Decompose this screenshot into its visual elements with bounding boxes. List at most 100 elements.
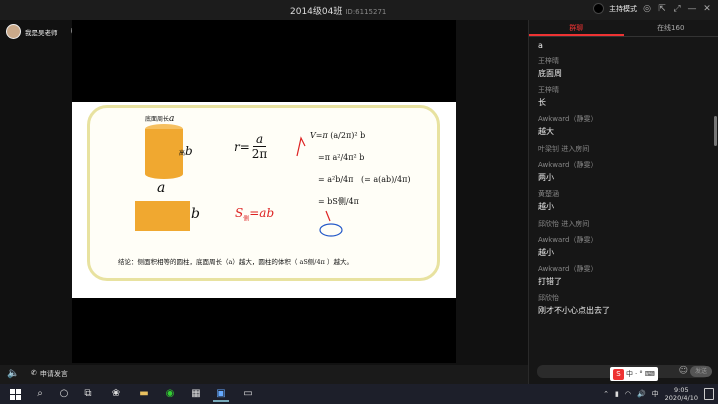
teacher-info[interactable]: 我是吴老师 xyxy=(6,24,58,39)
ime-mode-icon[interactable]: 中 xyxy=(652,389,659,399)
formula-side-area: S侧=ab xyxy=(235,206,274,222)
ime-toolbar[interactable]: S 中 · ° ⌨ xyxy=(610,367,658,381)
avatar[interactable] xyxy=(6,24,21,39)
message-sender[interactable]: 邱欣怡 xyxy=(538,293,709,303)
conclusion-main: 结论：侧面积相等的圆柱，底面周长（a）越大，圆柱的体积（ xyxy=(118,258,298,266)
network-icon[interactable]: ▮ xyxy=(615,390,619,398)
system-message: 邱欣怡 进入房间 xyxy=(538,220,590,228)
label-base-perimeter-text: 底面周长 xyxy=(145,116,170,123)
tab-online[interactable]: 在线160 xyxy=(624,20,718,36)
live-stage: 我是吴老师 🎙 排麦 xyxy=(0,20,528,384)
volume-icon[interactable]: 🔈 xyxy=(7,368,19,379)
var-b-cyl: b xyxy=(185,144,193,158)
room-id: ID:6115271 xyxy=(345,8,387,16)
host-mode-label[interactable]: 主持模式 xyxy=(609,4,637,14)
message-sender[interactable]: Awkward（静雯） xyxy=(538,160,709,170)
message-text: 打错了 xyxy=(538,277,562,286)
video-area: 底面周长a 高b a b r= a 2π S侧=ab V=π (a/2π)² b… xyxy=(72,20,456,363)
v-line-4: = bS侧/4π xyxy=(318,197,359,206)
chevron-up-icon[interactable]: ⌃ xyxy=(603,390,609,398)
v-line-3: = a²b/4π (= a(ab)/4π) xyxy=(318,175,411,184)
tab-group-chat[interactable]: 群聊 xyxy=(529,20,624,36)
share-icon[interactable]: ⇱ xyxy=(657,4,667,14)
slide: 底面周长a 高b a b r= a 2π S侧=ab V=π (a/2π)² b… xyxy=(72,102,456,298)
message-sender[interactable]: Awkward（静雯） xyxy=(538,114,709,124)
message-text: 底面周 xyxy=(538,69,562,78)
cortana-icon[interactable]: ○ xyxy=(56,386,72,402)
message-text: 刚才不小心点出去了 xyxy=(538,306,610,315)
chat-panel: 群聊 在线160 a 王梓晴 底面周 王梓晴长 Awkward（静雯） 越大 叶梁钊 进入… xyxy=(528,20,718,384)
s-side-eq: =ab xyxy=(249,206,275,220)
v-line-2-text: =π xyxy=(318,153,330,162)
ime-item[interactable]: ° xyxy=(639,370,643,378)
app-icon[interactable]: ❀ xyxy=(108,386,124,402)
settings-icon[interactable]: ◎ xyxy=(642,4,652,14)
stage-controls: 🔈 ✆ 申请发言 xyxy=(0,365,528,384)
message-text: 越小 xyxy=(538,202,554,211)
v-line-4-text: = xyxy=(318,197,325,206)
formula-volume: V=π (a/2π)² b =π a²/4π² b = a²b/4π (= a(… xyxy=(310,130,410,218)
system-tray: ⌃ ▮ ◠ 🔊 中 9:05 2020/4/10 xyxy=(603,386,714,402)
notification-icon[interactable] xyxy=(704,388,714,400)
task-view-icon[interactable]: ⧉ xyxy=(80,386,96,402)
expand-icon[interactable]: ⤢ xyxy=(672,4,682,14)
pen-mark xyxy=(296,136,306,157)
var-a-rect: a xyxy=(157,180,166,196)
message-sender[interactable]: 王梓晴 xyxy=(538,56,709,66)
ime-item[interactable]: 中 xyxy=(626,369,633,379)
keyboard-icon[interactable]: ⌨ xyxy=(645,370,655,378)
sogou-icon[interactable]: S xyxy=(613,368,624,380)
message-text: 越大 xyxy=(538,127,554,136)
window-controls: 主持模式 ◎ ⇱ ⤢ — ✕ xyxy=(593,3,712,14)
side-rectangle xyxy=(135,201,190,231)
phone-icon: ✆ xyxy=(31,369,37,377)
v-line-1: V=π (a/2π)² b xyxy=(310,131,366,140)
classroom-app-icon[interactable]: ▣ xyxy=(213,386,229,402)
record-icon[interactable] xyxy=(593,3,604,14)
chat-tabs: 群聊 在线160 xyxy=(529,20,718,37)
system-message: 叶梁钊 进入房间 xyxy=(538,145,590,153)
v-line-1-text: V=π xyxy=(310,131,328,140)
clock-time: 9:05 xyxy=(674,386,689,394)
formula-radius: r= a 2π xyxy=(234,132,267,161)
conclusion-text: 结论：侧面积相等的圆柱，底面周长（a）越大，圆柱的体积（ aS侧/4π ）越大。 xyxy=(118,258,353,266)
close-icon[interactable]: ✕ xyxy=(702,4,712,14)
message-sender[interactable]: Awkward（静雯） xyxy=(538,264,709,274)
apply-mic-label: 申请发言 xyxy=(39,370,68,378)
message-sender[interactable]: 王梓晴 xyxy=(538,85,709,95)
formula-r-lhs: r= xyxy=(234,139,250,154)
message-sender[interactable]: Awkward（静雯） xyxy=(538,235,709,245)
conclusion-tail: ）越大。 xyxy=(326,258,353,266)
speaker-icon[interactable]: 🔊 xyxy=(637,390,646,398)
start-button[interactable] xyxy=(8,386,24,402)
formula-r-num: a xyxy=(252,132,267,147)
cylinder-bottom xyxy=(145,169,183,179)
message-sender[interactable]: 黄楚涵 xyxy=(538,189,709,199)
label-height: 高b xyxy=(179,144,193,158)
ime-item[interactable]: · xyxy=(635,370,637,378)
send-button[interactable]: 发送 xyxy=(690,366,712,377)
browser-icon[interactable]: ◉ xyxy=(162,386,178,402)
v-line-3-text: = xyxy=(318,175,325,184)
clock[interactable]: 9:05 2020/4/10 xyxy=(665,386,698,402)
window-app-icon[interactable]: ▭ xyxy=(240,386,256,402)
search-icon[interactable]: ⌕ xyxy=(32,386,48,402)
minimize-icon[interactable]: — xyxy=(687,4,697,14)
class-name: 2014级04班 xyxy=(290,7,343,17)
formula-r-frac: a 2π xyxy=(252,132,268,161)
wifi-icon[interactable]: ◠ xyxy=(625,390,631,398)
emoji-icon[interactable]: ☺ xyxy=(679,366,688,376)
scrollbar[interactable] xyxy=(714,116,717,146)
message-text: 两小 xyxy=(538,173,554,182)
teacher-name: 我是吴老师 xyxy=(25,28,58,37)
folder-icon[interactable]: ▬ xyxy=(136,386,152,402)
annotation-circle xyxy=(319,223,343,237)
var-b-rect: b xyxy=(191,206,200,222)
var-a-top: a xyxy=(169,114,175,124)
clock-date: 2020/4/10 xyxy=(664,394,698,402)
window-title: 2014级04班 ID:6115271 xyxy=(290,4,386,17)
apply-mic-button[interactable]: ✆ 申请发言 xyxy=(31,369,68,379)
message-text: 越小 xyxy=(538,248,554,257)
formula-r-den: 2π xyxy=(251,147,268,161)
calculator-icon[interactable]: ▦ xyxy=(188,386,204,402)
